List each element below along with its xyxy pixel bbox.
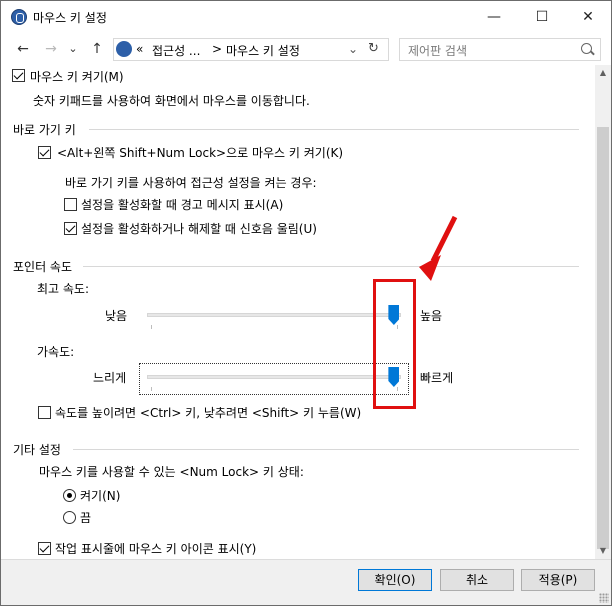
highlight-box bbox=[373, 279, 416, 409]
shortcut-label[interactable]: <Alt+왼쪽 Shift+Num Lock>으로 마우스 키 켜기(K) bbox=[57, 144, 343, 161]
ctrl-shift-speed-checkbox[interactable] bbox=[38, 406, 51, 419]
numlock-off-radio[interactable] bbox=[63, 511, 76, 524]
scroll-up-arrow-icon[interactable]: ▲ bbox=[595, 65, 611, 81]
resize-grip-icon[interactable] bbox=[599, 593, 609, 603]
mouse-keys-description: 숫자 키패드를 사용하여 화면에서 마우스를 이동합니다. bbox=[33, 94, 310, 108]
breadcrumb-overflow[interactable]: « bbox=[136, 42, 143, 56]
taskbar-icon-checkbox[interactable] bbox=[38, 542, 51, 555]
top-speed-label: 최고 속도: bbox=[37, 282, 90, 296]
acceleration-label: 가속도: bbox=[37, 345, 75, 359]
numlock-on-radio[interactable] bbox=[63, 489, 76, 502]
mouse-keys-window: 마우스 키 설정 — ☐ ✕ ← → ⌄ ↑ « 접근성 ... > 마우스 키… bbox=[0, 0, 612, 606]
shortcut-description: 바로 가기 키를 사용하여 접근성 설정을 켜는 경우: bbox=[65, 176, 317, 190]
acceleration-low-label: 느리게 bbox=[93, 371, 127, 385]
minimize-button[interactable]: — bbox=[471, 1, 517, 33]
search-icon[interactable] bbox=[581, 43, 592, 54]
numlock-off-label[interactable]: 끔 bbox=[80, 509, 91, 526]
top-speed-low-label: 낮음 bbox=[105, 309, 128, 323]
sound-label[interactable]: 설정을 활성화하거나 해제할 때 신호음 울림(U) bbox=[81, 220, 317, 237]
top-speed-tick-min bbox=[151, 325, 152, 329]
taskbar-icon-label[interactable]: 작업 표시줄에 마우스 키 아이콘 표시(Y) bbox=[55, 540, 256, 557]
recent-locations-icon[interactable]: ⌄ bbox=[63, 39, 83, 59]
other-settings-divider bbox=[73, 449, 579, 450]
turn-on-mouse-keys-checkbox[interactable] bbox=[12, 69, 25, 82]
address-bar[interactable]: « 접근성 ... > 마우스 키 설정 ⌄ ↻ bbox=[113, 38, 389, 61]
settings-content: 마우스 키 켜기(M) 숫자 키패드를 사용하여 화면에서 마우스를 이동합니다… bbox=[1, 65, 595, 559]
breadcrumb-current[interactable]: 마우스 키 설정 bbox=[226, 42, 300, 59]
turn-on-mouse-keys-label[interactable]: 마우스 키 켜기(M) bbox=[30, 68, 124, 85]
refresh-icon[interactable]: ↻ bbox=[368, 41, 379, 56]
control-panel-icon bbox=[116, 41, 132, 57]
address-dropdown-icon[interactable]: ⌄ bbox=[348, 42, 358, 56]
shortcut-checkbox[interactable] bbox=[38, 146, 51, 159]
dialog-button-bar: 확인(O) 취소 적용(P) bbox=[1, 559, 611, 605]
acceleration-tick-min bbox=[151, 387, 152, 391]
acceleration-high-label: 빠르게 bbox=[420, 371, 454, 385]
ease-of-access-icon bbox=[11, 9, 27, 25]
ok-button[interactable]: 확인(O) bbox=[358, 569, 432, 591]
scroll-down-arrow-icon[interactable]: ▼ bbox=[595, 543, 611, 559]
shortcut-section-title: 바로 가기 키 bbox=[13, 123, 76, 137]
vertical-scrollbar[interactable]: ▲ ▼ bbox=[595, 65, 611, 559]
breadcrumb-parent[interactable]: 접근성 ... bbox=[152, 42, 200, 59]
search-placeholder: 제어판 검색 bbox=[408, 44, 468, 58]
title-bar: 마우스 키 설정 — ☐ ✕ bbox=[1, 1, 611, 33]
back-arrow-icon[interactable]: ← bbox=[13, 39, 33, 59]
navigation-bar: ← → ⌄ ↑ « 접근성 ... > 마우스 키 설정 ⌄ ↻ 제어판 검색 bbox=[1, 33, 611, 65]
scrollbar-thumb[interactable] bbox=[597, 127, 609, 549]
apply-button[interactable]: 적용(P) bbox=[521, 569, 595, 591]
numlock-state-description: 마우스 키를 사용할 수 있는 <Num Lock> 키 상태: bbox=[39, 465, 304, 479]
top-speed-track bbox=[147, 313, 401, 317]
search-input[interactable]: 제어판 검색 bbox=[399, 38, 601, 61]
pointer-speed-section-title: 포인터 속도 bbox=[13, 260, 73, 274]
numlock-on-label[interactable]: 켜기(N) bbox=[80, 487, 120, 504]
breadcrumb-separator: > bbox=[212, 42, 223, 56]
forward-arrow-icon[interactable]: → bbox=[41, 39, 61, 59]
warning-message-label[interactable]: 설정을 활성화할 때 경고 메시지 표시(A) bbox=[81, 196, 283, 213]
other-settings-section-title: 기타 설정 bbox=[13, 443, 61, 457]
pointer-speed-divider bbox=[83, 266, 579, 267]
acceleration-slider[interactable] bbox=[139, 363, 409, 395]
acceleration-track bbox=[147, 375, 401, 379]
window-title: 마우스 키 설정 bbox=[33, 11, 107, 25]
shortcut-section-divider bbox=[89, 129, 579, 130]
top-speed-high-label: 높음 bbox=[420, 309, 443, 323]
cancel-button[interactable]: 취소 bbox=[440, 569, 514, 591]
ctrl-shift-speed-label[interactable]: 속도를 높이려면 <Ctrl> 키, 낮추려면 <Shift> 키 누름(W) bbox=[55, 404, 361, 421]
up-arrow-icon[interactable]: ↑ bbox=[87, 39, 107, 59]
maximize-button[interactable]: ☐ bbox=[519, 1, 565, 33]
close-button[interactable]: ✕ bbox=[565, 1, 611, 33]
red-arrow-icon bbox=[419, 215, 458, 281]
top-speed-slider[interactable] bbox=[143, 301, 409, 331]
sound-checkbox[interactable] bbox=[64, 222, 77, 235]
acceleration-focus-rect bbox=[139, 363, 409, 395]
warning-message-checkbox[interactable] bbox=[64, 198, 77, 211]
